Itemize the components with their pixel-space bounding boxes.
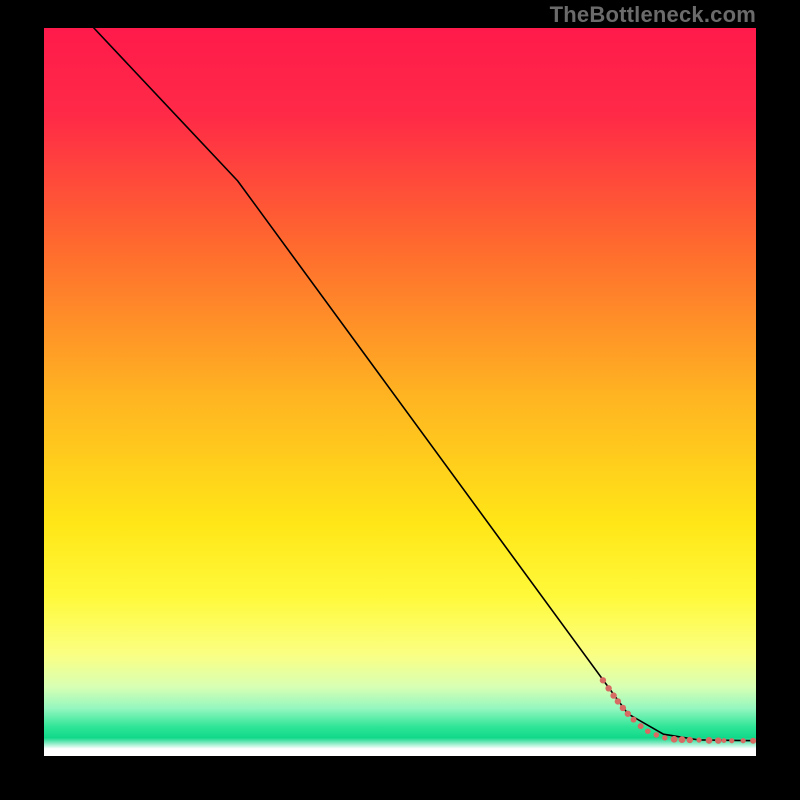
curve-marker xyxy=(750,738,756,744)
curve-marker xyxy=(706,737,713,744)
curve-marker xyxy=(620,705,626,711)
watermark-text: TheBottleneck.com xyxy=(550,2,756,28)
curve-marker xyxy=(654,732,660,738)
curve-marker xyxy=(605,685,611,691)
curve-marker xyxy=(687,737,693,743)
curve-marker xyxy=(645,728,651,734)
curve-marker xyxy=(722,738,727,743)
chart-plot-area xyxy=(44,28,756,756)
curve-marker xyxy=(631,717,637,723)
curve-marker xyxy=(729,738,734,743)
curve-marker xyxy=(610,692,616,698)
gradient-background xyxy=(44,28,756,756)
chart-svg xyxy=(44,28,756,756)
curve-marker xyxy=(662,735,667,740)
curve-marker xyxy=(696,737,701,742)
curve-marker xyxy=(671,736,678,743)
curve-marker xyxy=(615,698,621,704)
curve-marker xyxy=(715,737,721,743)
curve-marker xyxy=(679,736,686,743)
curve-marker xyxy=(741,738,746,743)
curve-marker xyxy=(600,677,606,683)
curve-marker xyxy=(625,711,631,717)
chart-stage: TheBottleneck.com xyxy=(0,0,800,800)
curve-marker xyxy=(638,723,644,729)
